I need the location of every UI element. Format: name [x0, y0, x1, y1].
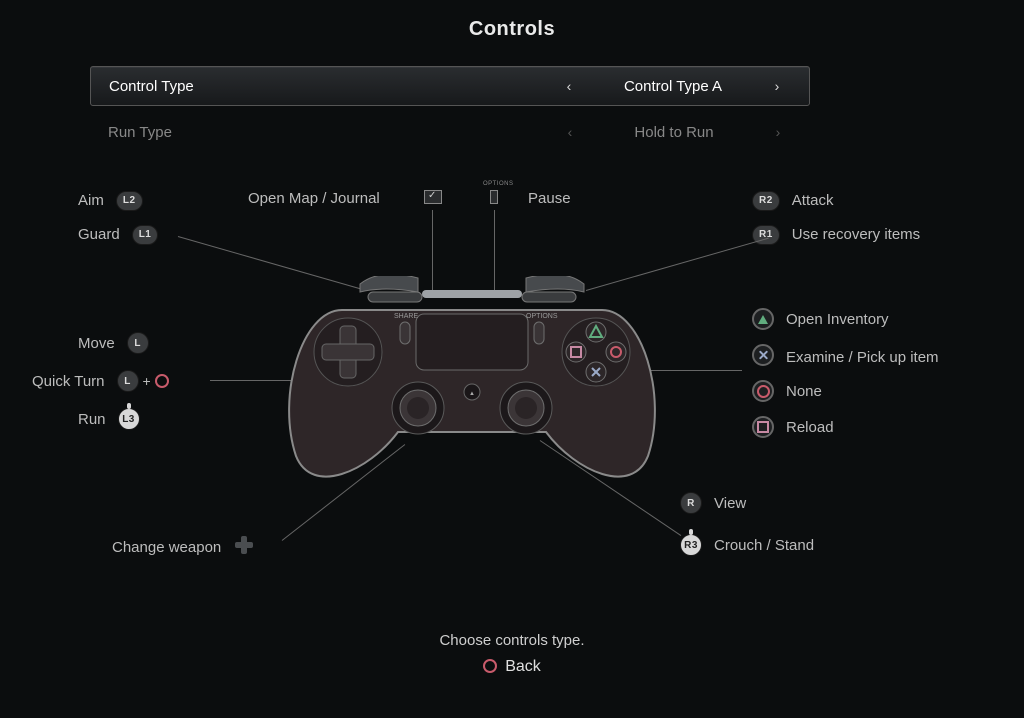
map-pause: Pause: [528, 190, 571, 207]
square-icon: [752, 416, 774, 438]
open-map-label: Open Map / Journal: [248, 190, 380, 207]
run-type-label: Run Type: [108, 124, 172, 141]
circle-icon-back: [483, 659, 497, 673]
line-l2: [178, 236, 361, 289]
map-cross: Examine / Pick up item: [752, 344, 939, 370]
lstick-icon-qt: L: [117, 370, 139, 392]
back-button[interactable]: Back: [0, 658, 1024, 676]
touchpad-icon: [424, 190, 448, 209]
run-type-selector[interactable]: Run Type ‹ Hold to Run ›: [90, 112, 810, 152]
map-move: Move L: [78, 332, 149, 354]
controller-diagram: SHARE OPTIONS ▲: [282, 276, 662, 484]
footer-hint: Choose controls type.: [0, 632, 1024, 649]
r3-icon: R3: [680, 534, 702, 556]
svg-text:▲: ▲: [469, 391, 475, 397]
circle-icon-qt: [155, 374, 169, 388]
dpad-icon: [233, 534, 255, 556]
map-aim: Aim L2: [78, 190, 143, 211]
line-lstick: [210, 380, 330, 381]
line-options: [494, 210, 495, 298]
back-label: Back: [505, 658, 541, 675]
lstick-icon: L: [127, 332, 149, 354]
options-icon: OPTIONS: [490, 190, 502, 209]
run-type-prev[interactable]: ‹: [556, 124, 584, 140]
pause-label: Pause: [528, 190, 571, 207]
line-touchpad: [432, 210, 433, 298]
circle-icon: [752, 380, 774, 402]
map-guard: Guard L1: [78, 224, 158, 245]
cross-icon: [752, 344, 774, 366]
map-run: Run L3: [78, 408, 140, 430]
map-recovery: R1 Use recovery items: [752, 224, 920, 245]
triangle-icon: [752, 308, 774, 330]
map-square: Reload: [752, 416, 834, 438]
line-face: [612, 370, 742, 371]
svg-text:OPTIONS: OPTIONS: [526, 313, 558, 320]
map-quick-turn: Quick Turn L +: [32, 370, 169, 392]
line-rstick: [540, 440, 681, 536]
controls-screen: { "title": "Controls", "selectors": { "c…: [0, 0, 1024, 718]
r2-icon: R2: [752, 191, 780, 211]
map-circle: None: [752, 380, 822, 402]
control-type-label: Control Type: [109, 78, 194, 95]
control-type-selector[interactable]: Control Type ‹ Control Type A ›: [90, 66, 810, 106]
control-type-prev[interactable]: ‹: [555, 78, 583, 94]
rstick-icon: R: [680, 492, 702, 514]
l1-icon: L1: [132, 225, 159, 245]
control-type-value: Control Type A: [583, 78, 763, 95]
line-dpad: [282, 444, 406, 541]
map-view: R View: [680, 492, 746, 514]
map-crouch: R3 Crouch / Stand: [680, 534, 814, 556]
line-r2: [586, 238, 769, 291]
l2-icon: L2: [116, 191, 143, 211]
page-title: Controls: [0, 18, 1024, 41]
map-open-map: Open Map / Journal: [248, 190, 380, 207]
map-triangle: Open Inventory: [752, 308, 889, 330]
plus-icon: +: [143, 373, 151, 389]
l3-icon: L3: [118, 408, 140, 430]
map-change-weapon: Change weapon: [112, 534, 255, 560]
map-attack: R2 Attack: [752, 190, 833, 211]
run-type-value: Hold to Run: [584, 124, 764, 141]
run-type-next[interactable]: ›: [764, 124, 792, 140]
svg-text:SHARE: SHARE: [394, 313, 418, 320]
control-type-next[interactable]: ›: [763, 78, 791, 94]
